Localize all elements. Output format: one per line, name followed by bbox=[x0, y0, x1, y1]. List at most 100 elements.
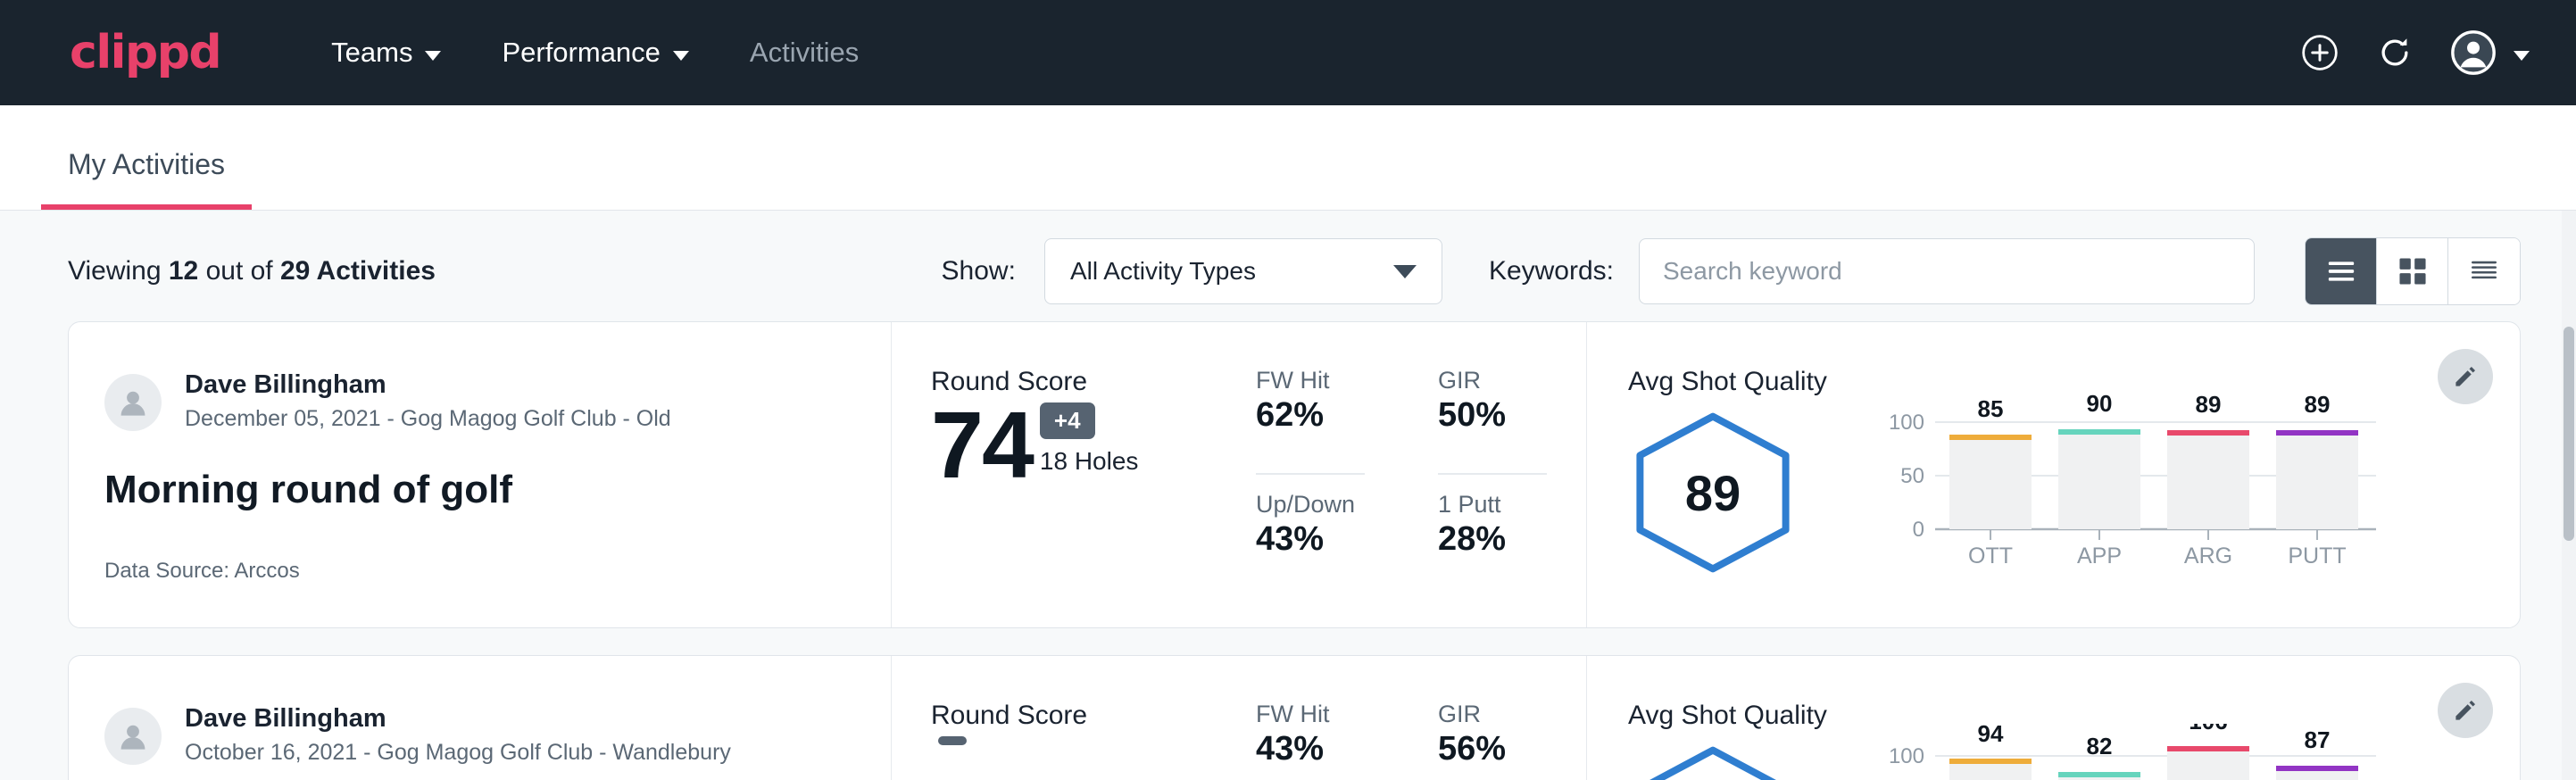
activity-list: Dave Billingham December 05, 2021 - Gog … bbox=[0, 321, 2576, 780]
avg-shot-quality-hexagon: 89 bbox=[1628, 410, 1798, 576]
stat-value: 56% bbox=[1438, 730, 1547, 768]
shot-quality-bar-chart: 100 50 0 94 OTT bbox=[1887, 724, 2387, 780]
filter-controls: Show: All Activity Types Keywords: Searc… bbox=[942, 237, 2521, 305]
stat-gir: GIR 50% bbox=[1438, 367, 1547, 475]
bar-label-putt: PUTT bbox=[2288, 544, 2346, 568]
viewing-prefix: Viewing bbox=[68, 256, 169, 286]
page-body: Viewing 12 out of 29 Activities Show: Al… bbox=[0, 211, 2576, 780]
avg-shot-quality-value: 89 bbox=[1628, 410, 1798, 576]
stat-value: 43% bbox=[1256, 730, 1365, 768]
stat-fw-hit: FW Hit 43% bbox=[1256, 701, 1365, 780]
compact-view-icon bbox=[2469, 259, 2499, 284]
nav-item-teams[interactable]: Teams bbox=[301, 37, 471, 69]
pencil-icon bbox=[2452, 697, 2479, 724]
bar-value-putt: 89 bbox=[2305, 391, 2331, 418]
holes-label bbox=[938, 745, 967, 754]
list-view-icon bbox=[2326, 260, 2356, 283]
bar-chart-svg: 100 50 0 94 OTT bbox=[1887, 724, 2387, 780]
y-tick-50: 50 bbox=[1900, 464, 1924, 488]
bar-putt: 89 PUTT bbox=[2276, 391, 2358, 568]
activity-card[interactable]: Dave Billingham December 05, 2021 - Gog … bbox=[68, 321, 2521, 628]
stat-grid: FW Hit 62% GIR 50% Up/Down 43% 1 Putt 28… bbox=[1256, 367, 1547, 592]
score-differential-badge: +4 bbox=[1040, 402, 1095, 439]
bar-value-ott: 85 bbox=[1978, 395, 2004, 422]
activity-card-info: Dave Billingham October 16, 2021 - Gog M… bbox=[69, 656, 892, 780]
stat-up-down: Up/Down 43% bbox=[1256, 491, 1365, 592]
search-input[interactable]: Search keyword bbox=[1639, 238, 2255, 304]
bar-value-app: 90 bbox=[2087, 390, 2113, 417]
tab-my-activities[interactable]: My Activities bbox=[41, 148, 252, 210]
activity-data-source: Data Source: Arccos bbox=[104, 559, 855, 584]
nav-item-label: Performance bbox=[502, 37, 660, 69]
chevron-down-icon bbox=[2514, 51, 2530, 61]
activity-card-scores: Round Score 74 +4 18 Holes FW Hit 62% bbox=[892, 322, 1547, 627]
shot-quality-bar-chart: 100 50 0 85 OTT bbox=[1887, 390, 2387, 560]
activity-author: Dave Billingham October 16, 2021 - Gog M… bbox=[104, 702, 855, 769]
person-icon bbox=[112, 382, 154, 423]
avg-shot-quality-label: Avg Shot Quality bbox=[1628, 701, 1887, 731]
activity-type-select[interactable]: All Activity Types bbox=[1044, 238, 1442, 304]
stat-label: FW Hit bbox=[1256, 367, 1365, 394]
activity-card[interactable]: Dave Billingham October 16, 2021 - Gog M… bbox=[68, 655, 2521, 780]
bar-putt: 87 PUTT bbox=[2276, 726, 2358, 780]
nav-item-label: Teams bbox=[331, 37, 412, 69]
nav-item-label: Activities bbox=[750, 37, 859, 69]
bar-label-ott: OTT bbox=[1968, 544, 2013, 568]
view-mode-grid-button[interactable] bbox=[2377, 238, 2448, 304]
bar-value-arg: 89 bbox=[2196, 391, 2222, 418]
stat-value: 43% bbox=[1256, 520, 1365, 559]
activity-meta: December 05, 2021 - Gog Magog Golf Club … bbox=[185, 402, 671, 436]
view-mode-list-button[interactable] bbox=[2306, 238, 2377, 304]
player-name: Dave Billingham bbox=[185, 702, 731, 736]
scrollbar-thumb[interactable] bbox=[2564, 327, 2574, 541]
page-scrollbar[interactable] bbox=[2562, 211, 2576, 780]
refresh-icon bbox=[2375, 33, 2414, 72]
nav-item-activities[interactable]: Activities bbox=[719, 37, 889, 69]
viewing-middle: out of bbox=[198, 256, 280, 286]
score-differential-badge bbox=[938, 736, 967, 745]
y-tick-100: 100 bbox=[1889, 411, 1924, 435]
y-tick-100: 100 bbox=[1889, 744, 1924, 768]
view-mode-compact-button[interactable] bbox=[2448, 238, 2520, 304]
activity-card-quality: Avg Shot Quality 100 50 0 bbox=[1586, 656, 2520, 780]
bar-ott: 94 OTT bbox=[1949, 724, 2032, 780]
activity-type-value: All Activity Types bbox=[1070, 257, 1256, 286]
account-circle-icon bbox=[2449, 29, 2497, 77]
stat-fw-hit: FW Hit 62% bbox=[1256, 367, 1365, 475]
bar-chart-svg: 100 50 0 85 OTT bbox=[1887, 390, 2387, 568]
grid-view-icon bbox=[2398, 257, 2427, 286]
account-menu[interactable] bbox=[2449, 29, 2530, 77]
bar-value-app: 82 bbox=[2087, 733, 2113, 759]
activity-card-quality: Avg Shot Quality 89 100 50 0 bbox=[1586, 322, 2520, 627]
round-score-block: Round Score bbox=[931, 701, 1251, 780]
refresh-button[interactable] bbox=[2374, 32, 2415, 73]
chevron-down-icon bbox=[425, 51, 441, 61]
chevron-down-icon bbox=[673, 51, 689, 61]
viewing-total: 29 Activities bbox=[280, 256, 436, 286]
round-score-value: 74 bbox=[931, 402, 1033, 490]
tab-label: My Activities bbox=[68, 148, 225, 180]
round-score-label: Round Score bbox=[931, 701, 1251, 731]
stat-label: GIR bbox=[1438, 367, 1547, 394]
avg-shot-quality-label: Avg Shot Quality bbox=[1628, 367, 1887, 397]
activity-author: Dave Billingham December 05, 2021 - Gog … bbox=[104, 369, 855, 436]
stat-label: FW Hit bbox=[1256, 701, 1365, 728]
brand-logo[interactable]: clippd bbox=[70, 26, 220, 79]
add-button[interactable] bbox=[2299, 32, 2340, 73]
nav-item-performance[interactable]: Performance bbox=[471, 37, 719, 69]
activity-title: Morning round of golf bbox=[104, 468, 855, 512]
stat-label: GIR bbox=[1438, 701, 1547, 728]
edit-activity-button[interactable] bbox=[2438, 683, 2493, 738]
player-name: Dave Billingham bbox=[185, 369, 671, 402]
activity-meta: October 16, 2021 - Gog Magog Golf Club -… bbox=[185, 736, 731, 770]
activity-card-scores: Round Score FW Hit 43% bbox=[892, 656, 1547, 780]
plus-circle-icon bbox=[2300, 33, 2339, 72]
view-mode-toggle-group bbox=[2305, 237, 2521, 305]
stat-value: 28% bbox=[1438, 520, 1547, 559]
y-tick-0: 0 bbox=[1913, 518, 1924, 542]
filter-toolbar: Viewing 12 out of 29 Activities Show: Al… bbox=[0, 211, 2576, 321]
stat-label: 1 Putt bbox=[1438, 491, 1547, 519]
stat-one-putt: 1 Putt 28% bbox=[1438, 491, 1547, 592]
activity-card-info: Dave Billingham December 05, 2021 - Gog … bbox=[69, 322, 892, 627]
edit-activity-button[interactable] bbox=[2438, 349, 2493, 404]
